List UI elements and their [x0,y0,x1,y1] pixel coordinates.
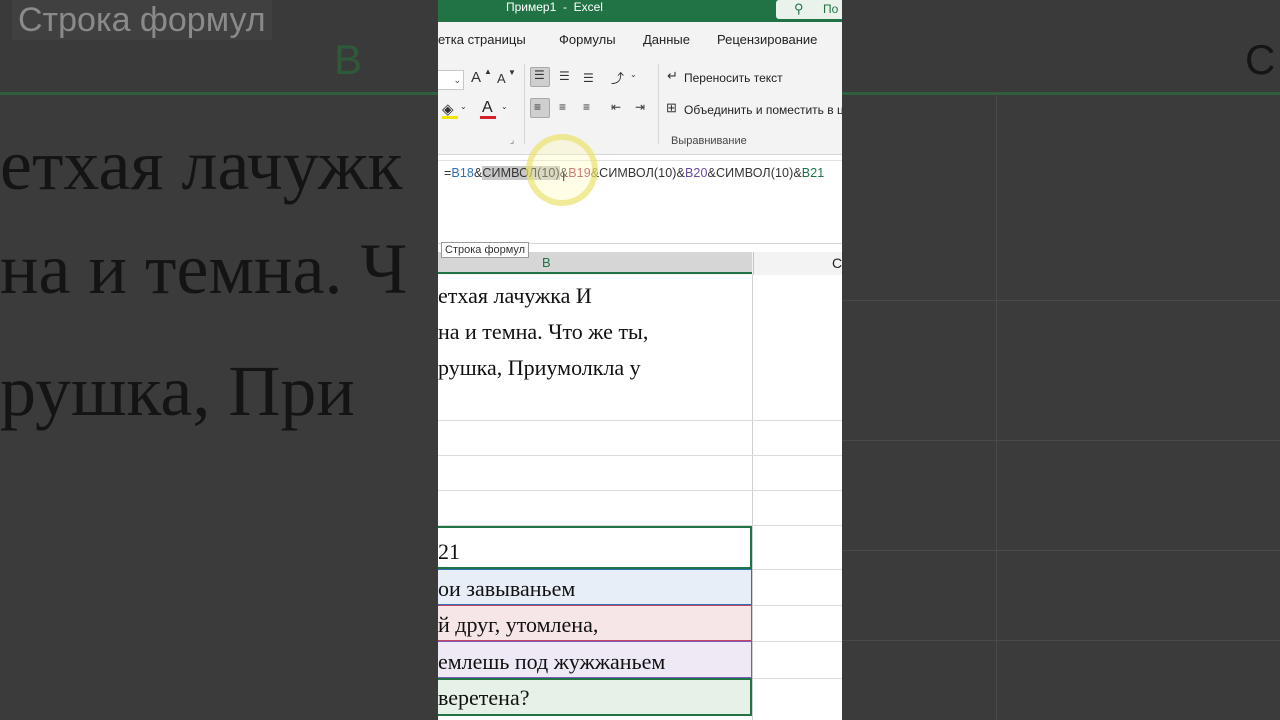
align-bottom-icon[interactable]: ☰ [583,71,594,85]
align-middle-icon[interactable]: ☰ [559,69,570,83]
cell-b17-formula[interactable] [438,526,752,569]
alignment-group-label: Выравнивание [671,135,747,147]
separator [524,64,525,144]
font-color-swatch [480,116,496,119]
dialog-launcher-icon[interactable]: ⌟ [510,135,514,146]
formula-part: &СИМВОЛ(10)& [707,166,802,180]
merge-center-button[interactable]: Объединить и поместить в ц [684,103,842,117]
grid-row-line [438,455,842,456]
ribbon-home: ⌄ A ▲ A ▼ ◈ ⌄ A ⌄ ⌟ ☰ ☰ ☰ ⤴ ⌄ ≡ ≡ ≡ ⇤ ⇥ … [438,58,842,155]
bg-text-line-2: на и темна. Ч [0,229,408,309]
ribbon-tabs: етка страницы Формулы Данные Рецензирова… [438,22,842,58]
align-top-icon: ☰ [534,68,545,82]
increase-font-icon: ▲ [484,67,492,76]
search-icon: ⚲ [794,1,804,16]
tab-page-layout[interactable]: етка страницы [438,32,526,47]
worksheet-grid[interactable]: етхая лачужка И на и темна. Что же ты, р… [438,275,842,720]
merged-cell-line-1: етхая лачужка И [438,283,592,308]
separator [658,64,659,144]
fill-color-swatch [442,116,458,119]
increase-font-size-button[interactable]: A [471,69,481,86]
align-right-icon[interactable]: ≡ [583,100,590,114]
wrap-text-icon[interactable]: ↵ [667,68,678,84]
cell-b21-text: веретена? [438,685,530,710]
orientation-icon[interactable]: ⤴ [611,68,624,87]
chevron-down-icon[interactable]: ⌄ [460,102,467,111]
formula-bar-tooltip: Строка формул [441,242,530,258]
merge-center-icon[interactable]: ⊞ [666,100,677,116]
font-size-dropdown[interactable]: ⌄ [438,70,464,90]
tab-review[interactable]: Рецензирование [717,32,817,47]
search-box[interactable]: ⚲ По [776,0,842,19]
bg-grid-line [842,550,1280,551]
grid-column-line [752,275,753,720]
excel-window: Пример1 - Excel ⚲ По етка страницы Форму… [438,0,842,720]
formula-input[interactable]: =B18&СИМВОЛ(10)&B19&СИМВОЛ(10)&B20&СИМВО… [444,166,824,180]
decrease-font-size-button[interactable]: A [497,71,506,86]
bg-grid-line [842,640,1280,641]
cell-b18-text: ои завываньем [438,576,576,601]
formula-part: B21 [801,166,825,180]
merged-cell-line-3: рушка, Приумолкла у [438,355,641,380]
grid-row-line [753,569,842,570]
bg-column-b: B [334,36,363,83]
formula-bar[interactable]: =B18&СИМВОЛ(10)&B19&СИМВОЛ(10)&B20&СИМВО… [438,160,842,244]
merged-cell-line-2: на и темна. Что же ты, [438,319,649,344]
chevron-down-icon[interactable]: ⌄ [501,102,508,111]
cell-b17-text: 21 [438,539,460,564]
bg-text-line-3: рушка, При [0,351,355,431]
bg-column-c: C [1245,36,1276,83]
wrap-text-button[interactable]: Переносить текст [684,71,783,85]
formula-part: &СИМВОЛ(10)& [590,166,685,180]
formula-part: B18 [451,166,474,180]
font-color-button[interactable]: A [482,99,493,117]
window-title: Пример1 - Excel [506,0,603,14]
text-cursor-icon: I [562,170,566,184]
column-header-c[interactable]: С [753,252,842,275]
bg-grid-line [996,92,997,720]
search-label: По [823,2,839,16]
formula-part: B20 [685,166,708,180]
align-left-icon: ≡ [534,100,542,114]
decrease-font-icon: ▼ [508,68,516,77]
chevron-down-icon[interactable]: ⌄ [630,70,637,79]
grid-row-line [753,641,842,642]
bg-grid-line [842,300,1280,301]
increase-indent-icon[interactable]: ⇥ [635,100,645,114]
grid-row-line [438,490,842,491]
grid-row-line [753,678,842,679]
cell-b20-text: емлешь под жужжаньем [438,649,666,674]
grid-row-line [753,605,842,606]
tab-formulas[interactable]: Формулы [559,32,616,47]
grid-row-line [438,420,842,421]
tab-data[interactable]: Данные [643,32,690,47]
decrease-indent-icon[interactable]: ⇤ [611,100,621,114]
align-center-icon[interactable]: ≡ [559,100,566,114]
bg-text-line-1: етхая лачужк [0,125,403,205]
cell-b19-text: й друг, утомлена, [438,612,599,637]
title-bar: Пример1 - Excel ⚲ По [438,0,842,22]
bg-grid-line [842,440,1280,441]
